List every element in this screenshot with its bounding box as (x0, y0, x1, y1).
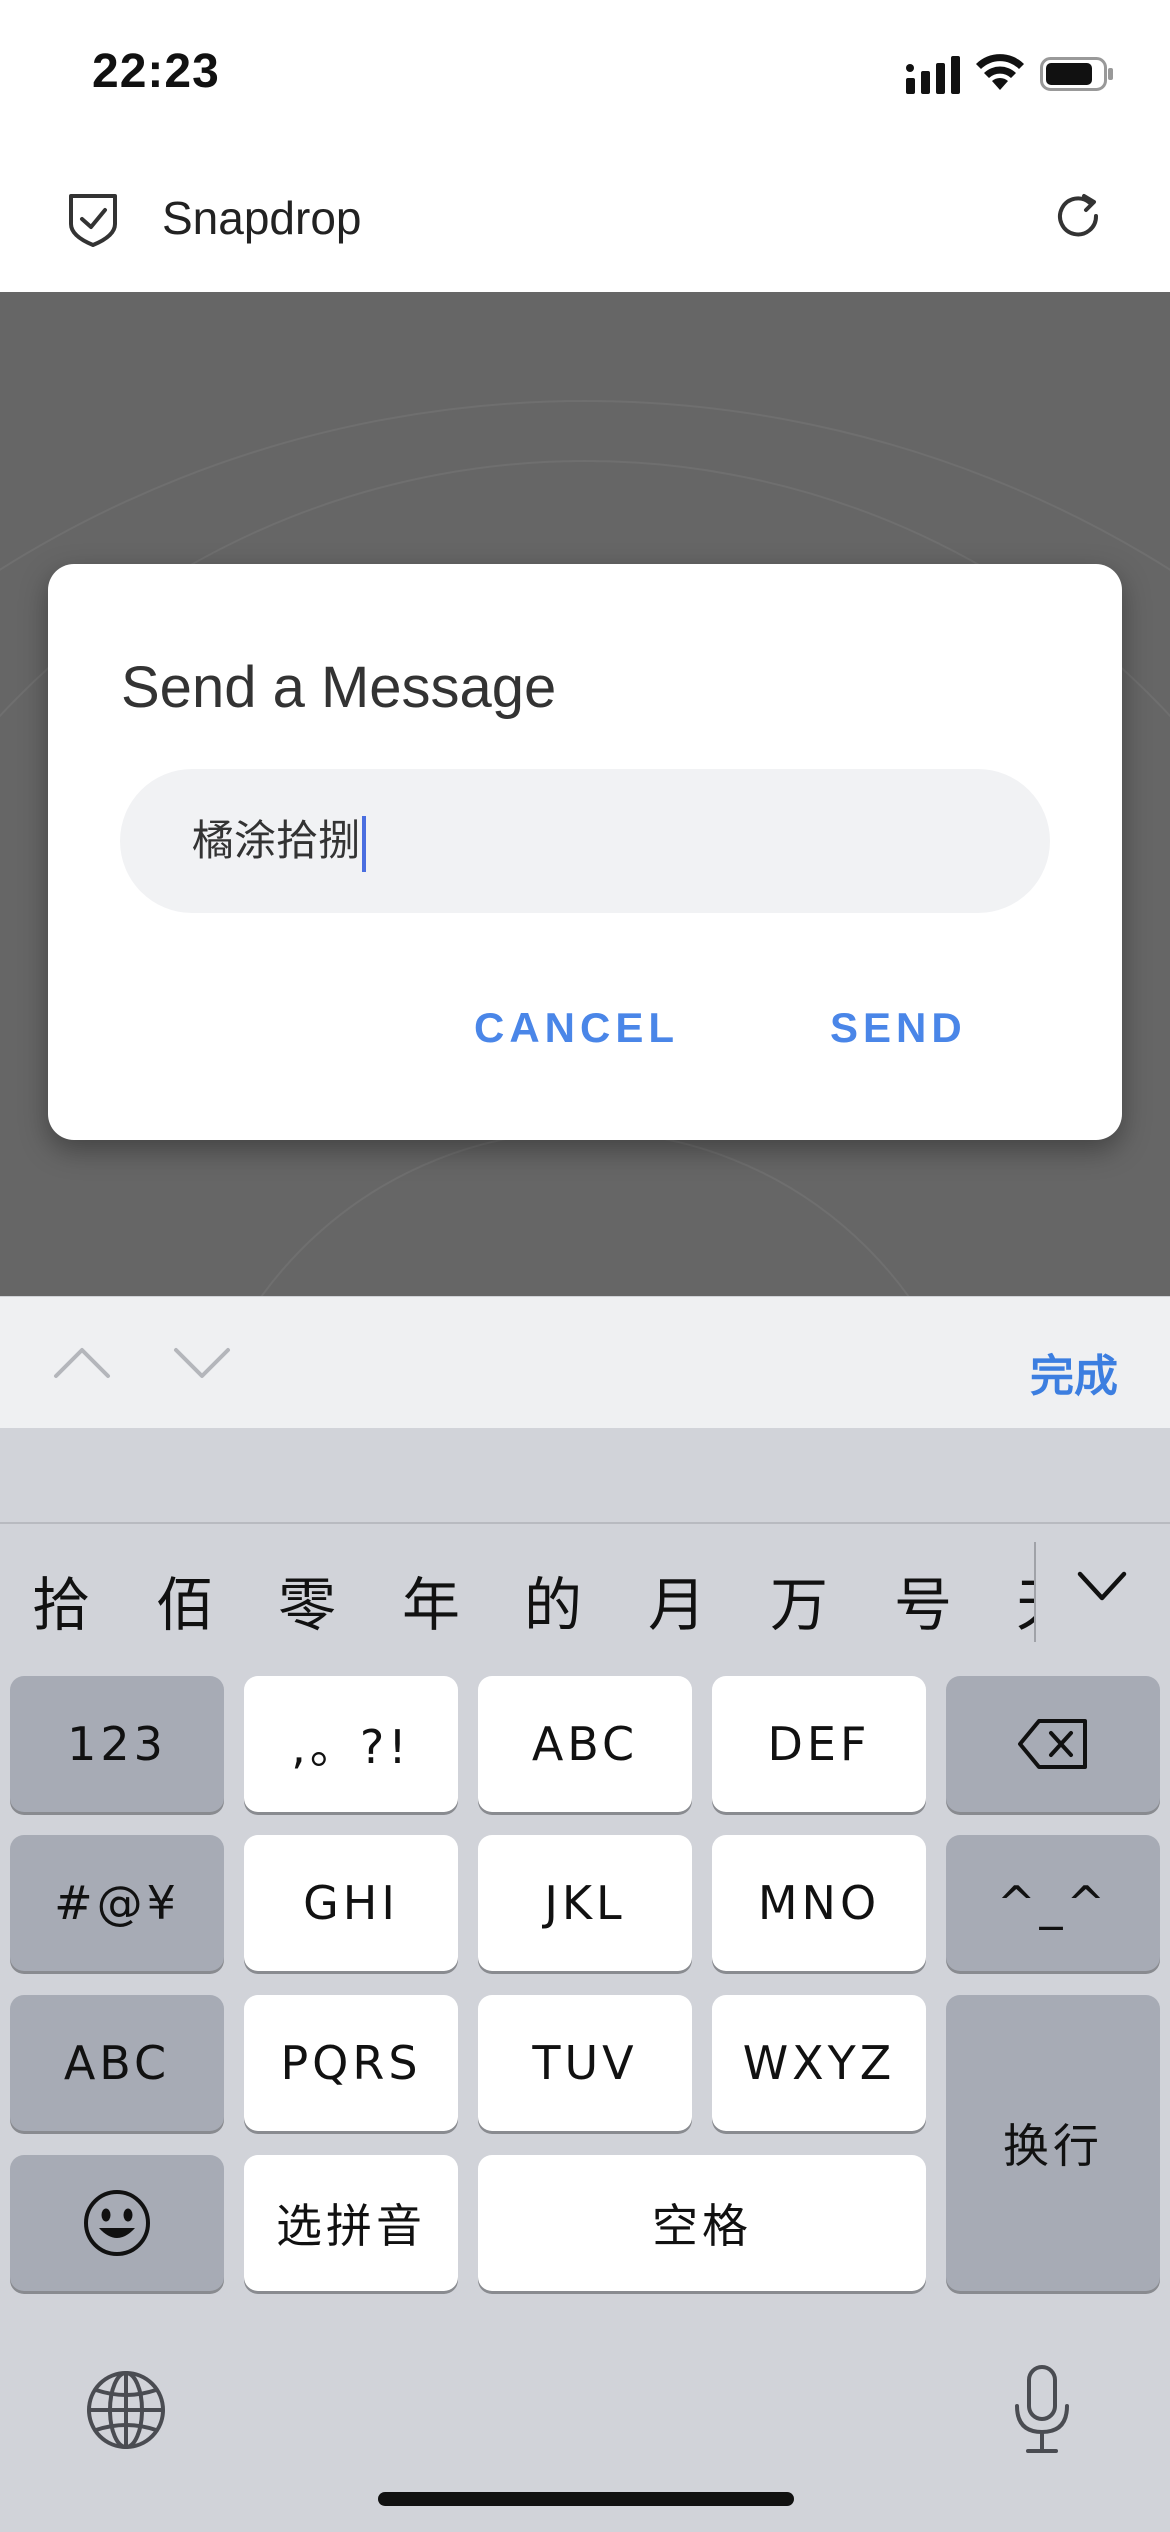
candidate-item[interactable]: 年 (402, 1558, 460, 1642)
microphone-icon[interactable] (1010, 2364, 1074, 2456)
key-ghi[interactable]: GHI (244, 1835, 458, 1971)
key-jkl[interactable]: JKL (478, 1835, 692, 1971)
key-newline[interactable]: 换行 (946, 1995, 1160, 2291)
cellular-signal-icon (906, 56, 960, 94)
key-punctuation[interactable]: ,。?! (244, 1676, 458, 1812)
key-pqrs[interactable]: PQRS (244, 1995, 458, 2131)
candidate-divider (1034, 1542, 1036, 1642)
candidate-item[interactable]: 零 (278, 1558, 336, 1642)
globe-icon[interactable] (84, 2368, 168, 2452)
composition-bar (0, 1428, 1170, 1524)
key-select-pinyin[interactable]: 选拼音 (244, 2155, 458, 2291)
backspace-icon (1018, 1719, 1087, 1769)
key-space[interactable]: 空格 (478, 2155, 926, 2291)
candidate-item[interactable]: 的 (524, 1558, 582, 1642)
dialog-title: Send a Message (121, 655, 557, 720)
candidate-item[interactable]: 号 (894, 1558, 952, 1642)
message-input-text[interactable]: 橘涂拾捌 (192, 815, 367, 872)
key-emoji[interactable] (10, 2155, 224, 2291)
refresh-icon[interactable] (1050, 188, 1106, 244)
candidate-item[interactable]: 月 (648, 1558, 706, 1642)
candidate-item[interactable]: 拾 (32, 1558, 90, 1642)
key-tuv[interactable]: TUV (478, 1995, 692, 2131)
home-indicator[interactable] (378, 2492, 794, 2506)
status-bar: 22:23 (0, 0, 1170, 150)
key-backspace[interactable] (946, 1676, 1160, 1812)
candidate-item[interactable]: 万 (770, 1558, 828, 1642)
chevron-down-icon[interactable] (172, 1338, 232, 1386)
candidate-bar: 拾 佰 零 年 的 月 万 号 天 (0, 1524, 1035, 1652)
key-abc[interactable]: ABC (10, 1995, 224, 2131)
chevron-down-icon[interactable] (1074, 1566, 1130, 1606)
key-wxyz[interactable]: WXYZ (712, 1995, 926, 2131)
emoji-icon (84, 2190, 150, 2256)
send-message-dialog: Send a Message 橘涂拾捌 CANCEL SEND (48, 564, 1122, 1140)
status-time: 22:23 (92, 45, 220, 98)
battery-icon (1040, 57, 1113, 91)
text-caret (362, 815, 367, 872)
message-input-value: 橘涂拾捌 (192, 817, 361, 864)
key-mno[interactable]: MNO (712, 1835, 926, 1971)
shield-check-icon (69, 194, 117, 247)
cancel-button[interactable]: CANCEL (474, 1004, 679, 1052)
done-button[interactable]: 完成 (1030, 1340, 1118, 1404)
key-123[interactable]: 123 (10, 1676, 224, 1812)
key-symbols[interactable]: #@¥ (10, 1835, 224, 1971)
app-title: Snapdrop (162, 192, 362, 244)
candidate-item[interactable]: 天 (1016, 1558, 1035, 1642)
key-abc-letters[interactable]: ABC (478, 1676, 692, 1812)
key-kaomoji[interactable]: ^_^ (946, 1835, 1160, 1971)
send-button[interactable]: SEND (830, 1004, 967, 1052)
candidate-item[interactable]: 佰 (156, 1558, 214, 1642)
key-def[interactable]: DEF (712, 1676, 926, 1812)
wifi-icon (976, 54, 1024, 90)
message-input[interactable]: 橘涂拾捌 (120, 769, 1050, 913)
chevron-up-icon[interactable] (52, 1338, 112, 1386)
